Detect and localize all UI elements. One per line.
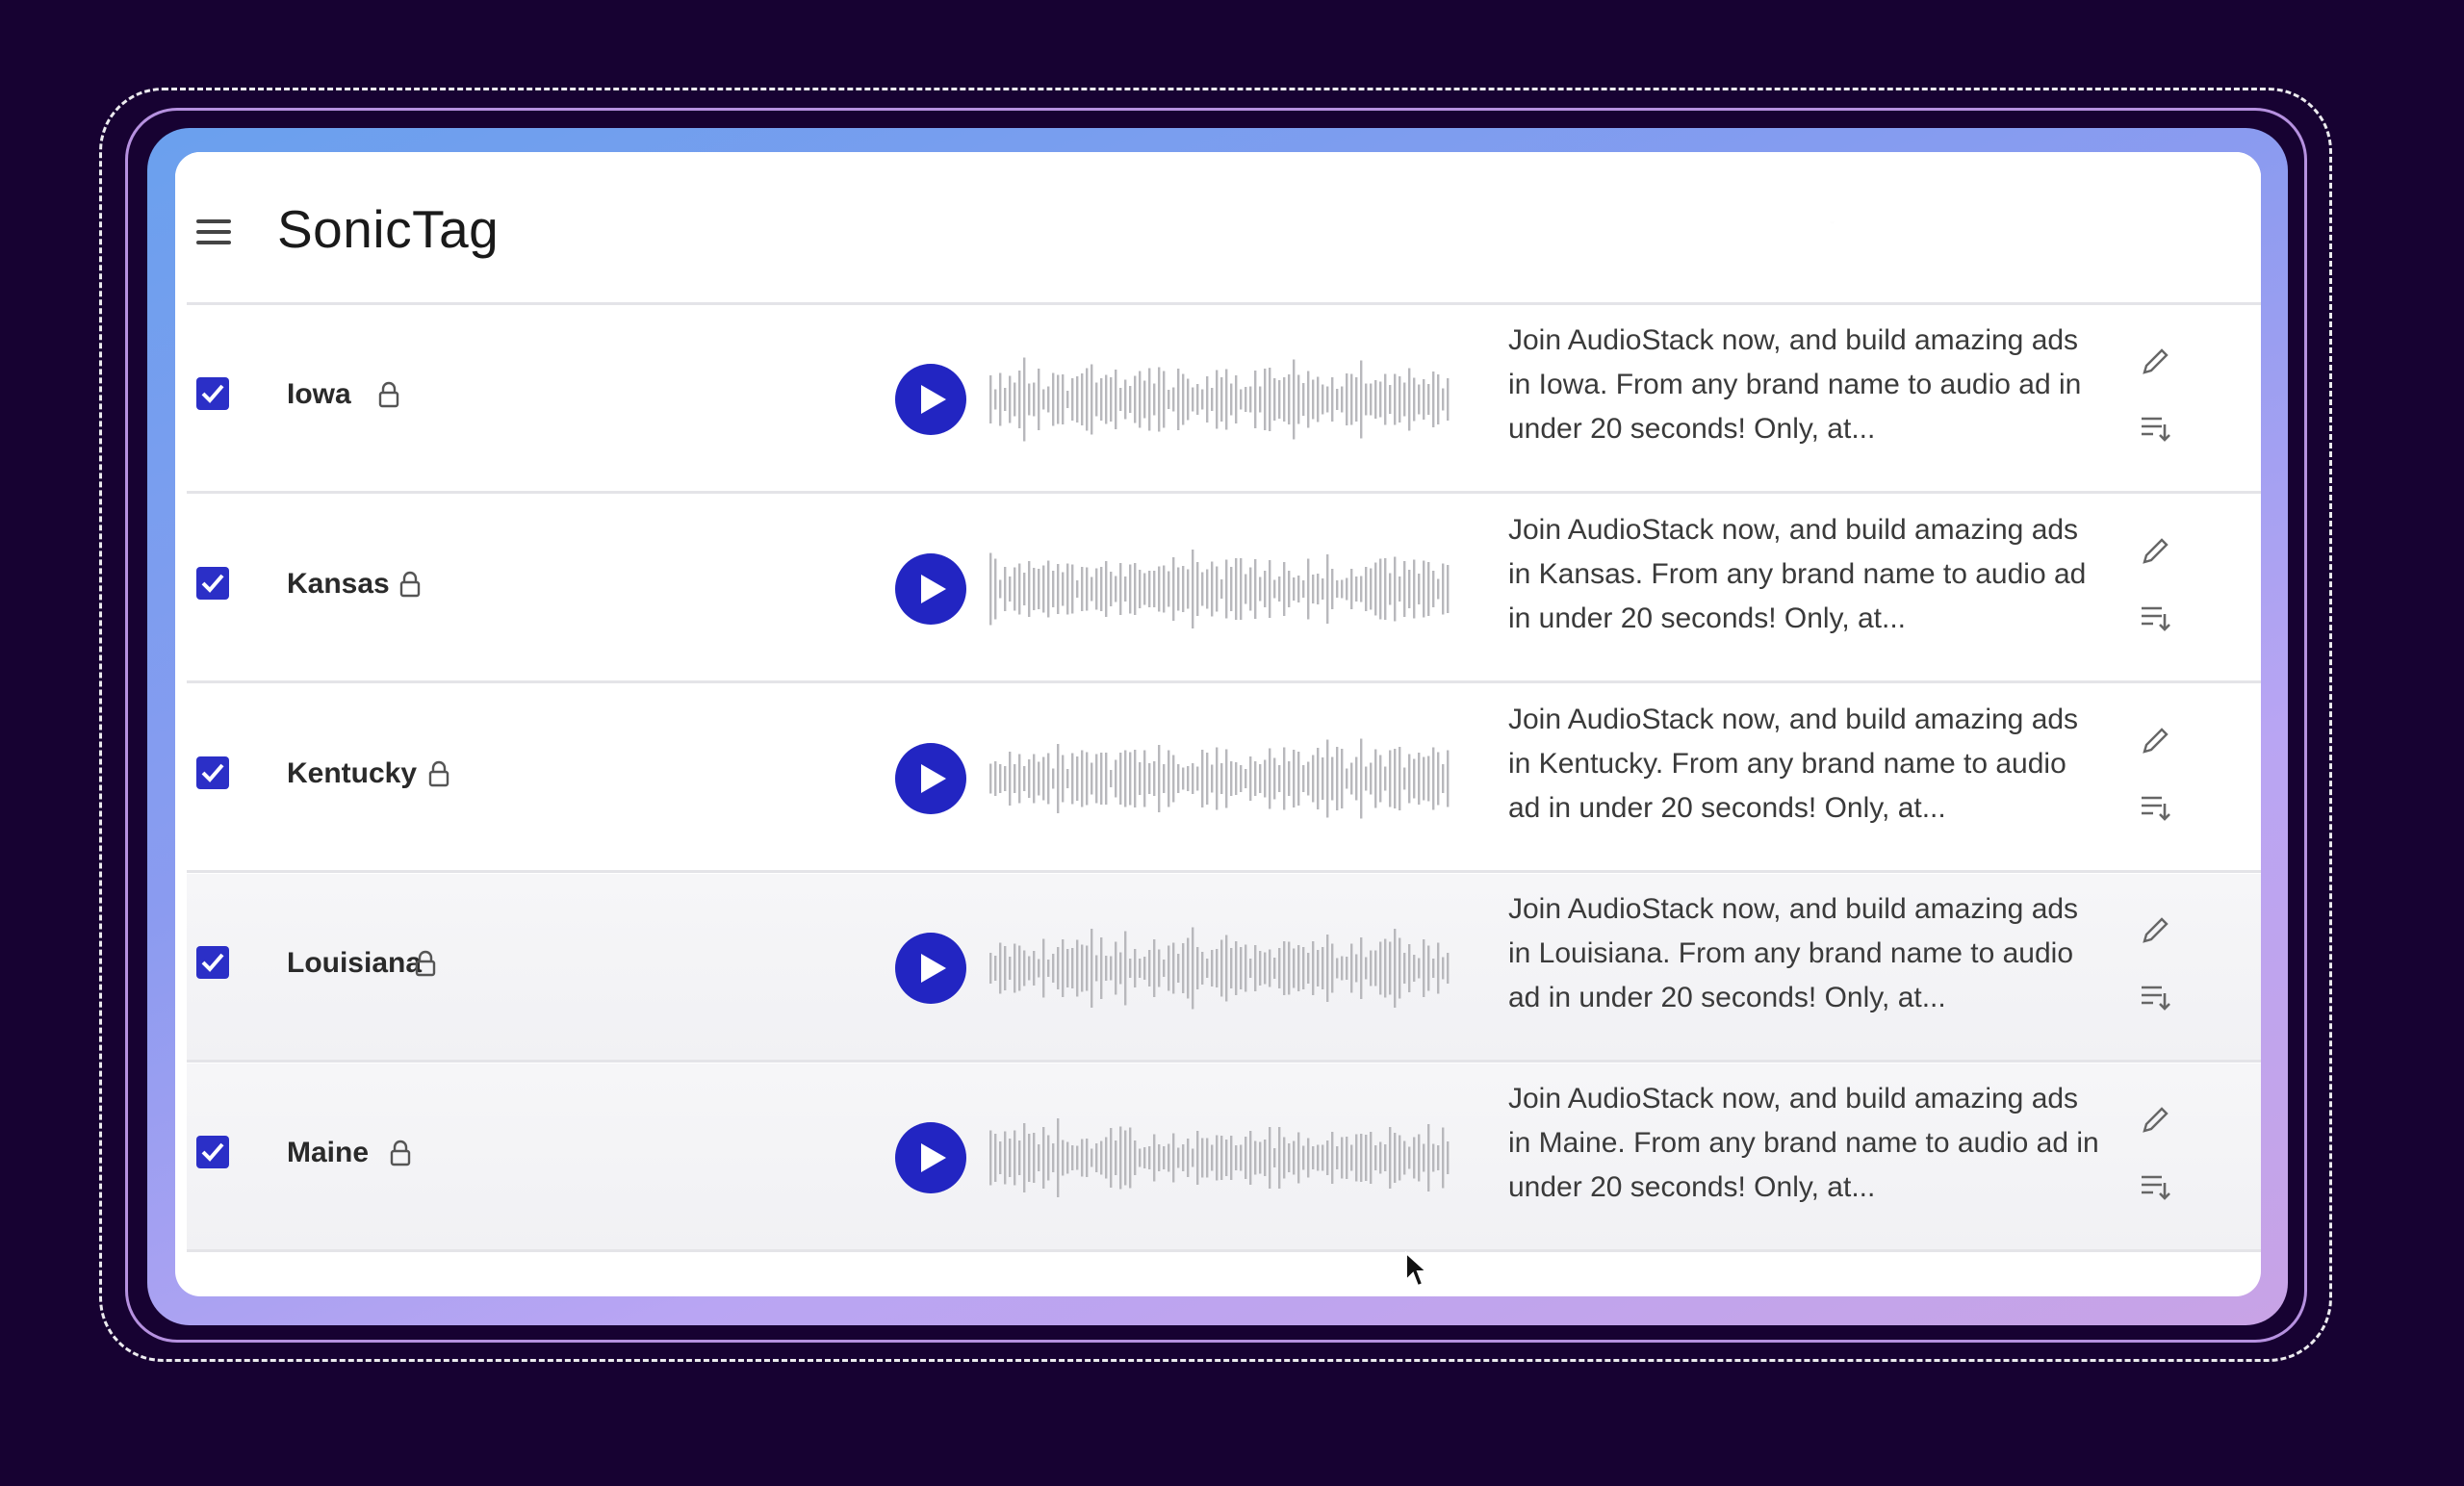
play-button[interactable] xyxy=(895,364,966,435)
waveform-icon[interactable] xyxy=(989,541,1451,637)
state-name: Iowa xyxy=(287,378,351,410)
lock-icon xyxy=(428,760,449,787)
hamburger-menu-icon[interactable] xyxy=(196,219,231,246)
play-button[interactable] xyxy=(895,933,966,1004)
playlist-sort-icon[interactable] xyxy=(2139,413,2171,444)
playlist-sort-icon[interactable] xyxy=(2139,792,2171,823)
ad-description: Join AudioStack now, and build amazing a… xyxy=(1508,514,2087,634)
pencil-icon[interactable] xyxy=(2139,346,2171,378)
table-row: Kentucky Join AudioStack now, and build a… xyxy=(187,684,2261,873)
table-row: Maine Join AudioStack now, and build amaz… xyxy=(187,1063,2261,1252)
table-row: Kansas Join AudioStack now, and build ama… xyxy=(187,495,2261,683)
play-icon xyxy=(921,385,946,414)
playlist-sort-icon[interactable] xyxy=(2139,602,2171,633)
pencil-icon[interactable] xyxy=(2139,535,2171,568)
waveform-icon[interactable] xyxy=(989,351,1451,448)
pencil-icon[interactable] xyxy=(2139,1104,2171,1137)
lock-icon xyxy=(390,1140,411,1166)
ad-description: Join AudioStack now, and build amazing a… xyxy=(1508,324,2082,445)
waveform-icon[interactable] xyxy=(989,730,1451,827)
lock-icon xyxy=(415,950,436,977)
checkbox-checked-icon xyxy=(201,763,224,782)
state-name: Louisiana xyxy=(287,947,423,979)
pencil-icon[interactable] xyxy=(2139,725,2171,757)
play-button[interactable] xyxy=(895,553,966,625)
play-button[interactable] xyxy=(895,743,966,814)
lock-icon xyxy=(399,571,421,598)
device-frame: IndianaJoin AudioStack now, and build am… xyxy=(147,128,2288,1325)
ad-description: Join AudioStack now, and build amazing a… xyxy=(1508,893,2079,1013)
play-button[interactable] xyxy=(895,1122,966,1193)
waveform-icon[interactable] xyxy=(989,1110,1451,1206)
ad-description: Join AudioStack now, and build amazing a… xyxy=(1508,1083,2099,1203)
checkbox-checked-icon xyxy=(201,384,224,403)
playlist-sort-icon[interactable] xyxy=(2139,982,2171,1012)
checkbox-checked-icon xyxy=(201,953,224,972)
play-icon xyxy=(921,1143,946,1172)
row-checkbox[interactable] xyxy=(196,756,229,789)
ad-description: Join AudioStack now, and build amazing a… xyxy=(1508,704,2079,824)
row-checkbox[interactable] xyxy=(196,567,229,600)
row-checkbox[interactable] xyxy=(196,946,229,979)
row-checkbox[interactable] xyxy=(196,377,229,410)
play-icon xyxy=(921,764,946,793)
table-row: Iowa Join AudioStack now, and build amazi… xyxy=(187,305,2261,494)
app-title: SonicTag xyxy=(277,199,500,259)
playlist-sort-icon[interactable] xyxy=(2139,1171,2171,1202)
mouse-cursor-icon xyxy=(1405,1251,1429,1288)
state-name: Kansas xyxy=(287,568,390,600)
app-header: SonicTag xyxy=(175,152,2261,277)
waveform-icon[interactable] xyxy=(989,920,1451,1016)
state-name: Maine xyxy=(287,1137,370,1168)
table-row: Louisiana Join AudioStack now, and build … xyxy=(187,874,2261,1063)
pencil-icon[interactable] xyxy=(2139,914,2171,947)
checkbox-checked-icon xyxy=(201,574,224,593)
state-name: Kentucky xyxy=(287,757,418,789)
lock-icon xyxy=(378,381,399,408)
play-icon xyxy=(921,954,946,983)
app-screen: IndianaJoin AudioStack now, and build am… xyxy=(175,152,2261,1296)
checkbox-checked-icon xyxy=(201,1142,224,1162)
row-checkbox[interactable] xyxy=(196,1136,229,1168)
play-icon xyxy=(921,575,946,603)
